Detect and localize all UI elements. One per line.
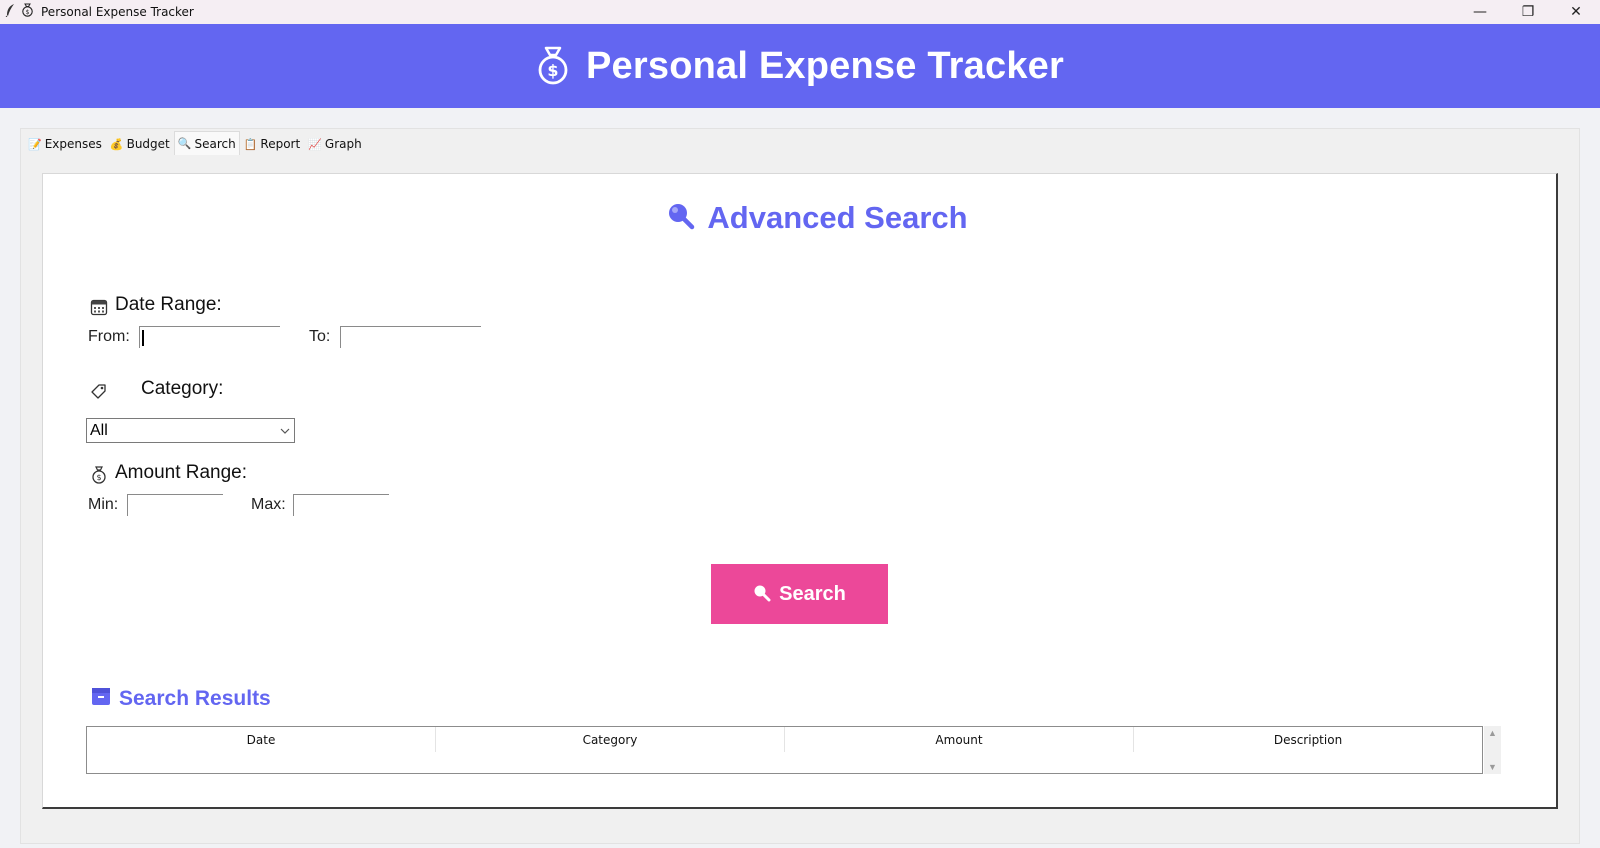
to-date-input[interactable]: [340, 326, 481, 348]
tab-expenses[interactable]: 📝 Expenses: [24, 133, 106, 155]
money-bag-icon: $: [91, 466, 107, 489]
advanced-search-title: Advanced Search: [707, 200, 968, 235]
category-dropdown[interactable]: All: [86, 418, 295, 443]
max-label: Max:: [251, 496, 286, 513]
maximize-button[interactable]: ❐: [1504, 0, 1552, 24]
minimize-button[interactable]: —: [1456, 0, 1504, 24]
card-box-icon: [91, 686, 111, 711]
tab-search[interactable]: 🔍 Search: [173, 131, 240, 155]
close-button[interactable]: ✕: [1552, 0, 1600, 24]
app-title: Personal Expense Tracker: [586, 44, 1064, 87]
search-results-heading: Search Results: [91, 686, 271, 711]
money-bag-icon: $: [21, 3, 34, 22]
to-label: To:: [309, 328, 331, 345]
feather-icon: [5, 3, 15, 22]
tab-report[interactable]: 📋 Report: [240, 133, 304, 155]
app-header: $ Personal Expense Tracker: [0, 24, 1600, 108]
column-header-amount[interactable]: Amount: [785, 727, 1134, 752]
money-bag-icon: $: [536, 46, 570, 91]
svg-text:$: $: [547, 61, 558, 80]
svg-text:$: $: [96, 473, 101, 482]
advanced-search-heading: Advanced Search: [43, 200, 1556, 236]
results-table[interactable]: Date Category Amount Description: [86, 726, 1483, 774]
tab-notebook: 📝 Expenses 💰 Budget 🔍 Search 📋 Report 📈 …: [20, 128, 1580, 844]
search-panel: Advanced Search Date Range: From: To: Ca…: [42, 173, 1558, 809]
tag-icon: [90, 382, 108, 405]
tab-label: Report: [260, 137, 301, 151]
table-header: Date Category Amount Description: [87, 727, 1482, 752]
magnifier-icon: 🔍: [177, 137, 192, 150]
clipboard-icon: 📋: [243, 137, 258, 151]
magnifier-icon: [753, 584, 771, 608]
tab-label: Graph: [324, 137, 362, 151]
window-title: Personal Expense Tracker: [41, 5, 194, 19]
tab-label: Budget: [126, 137, 170, 151]
category-label: Category:: [141, 378, 224, 399]
calendar-icon: [90, 298, 108, 321]
from-date-input[interactable]: [139, 326, 280, 348]
magnifier-icon: [667, 202, 695, 235]
scroll-up-arrow-icon[interactable]: ▲: [1488, 728, 1497, 738]
window-titlebar: $ Personal Expense Tracker — ❐ ✕: [0, 0, 1600, 24]
tab-label: Expenses: [44, 137, 102, 151]
tab-label: Search: [194, 136, 236, 151]
column-header-description[interactable]: Description: [1134, 727, 1482, 752]
amount-range-label: Amount Range:: [115, 462, 248, 483]
min-amount-input[interactable]: [127, 494, 223, 516]
memo-icon: 📝: [28, 137, 42, 151]
search-button-label: Search: [779, 582, 846, 605]
column-header-category[interactable]: Category: [436, 727, 785, 752]
min-label: Min:: [88, 496, 119, 513]
chevron-down-icon: [276, 428, 294, 434]
svg-text:$: $: [26, 9, 30, 16]
from-label: From:: [88, 328, 130, 345]
chart-icon: 📈: [308, 137, 322, 151]
text-caret: [142, 330, 144, 346]
category-selected: All: [90, 421, 108, 439]
tab-graph[interactable]: 📈 Graph: [304, 133, 366, 155]
search-button[interactable]: Search: [711, 564, 888, 624]
tab-bar: 📝 Expenses 💰 Budget 🔍 Search 📋 Report 📈 …: [24, 131, 366, 155]
date-range-label: Date Range:: [115, 294, 222, 315]
column-header-date[interactable]: Date: [87, 727, 436, 752]
results-scrollbar[interactable]: ▲ ▼: [1484, 726, 1501, 774]
search-results-title: Search Results: [119, 686, 271, 710]
scroll-down-arrow-icon[interactable]: ▼: [1488, 762, 1497, 772]
money-bag-icon: 💰: [109, 137, 124, 151]
tab-budget[interactable]: 💰 Budget: [106, 133, 174, 155]
max-amount-input[interactable]: [293, 494, 389, 516]
